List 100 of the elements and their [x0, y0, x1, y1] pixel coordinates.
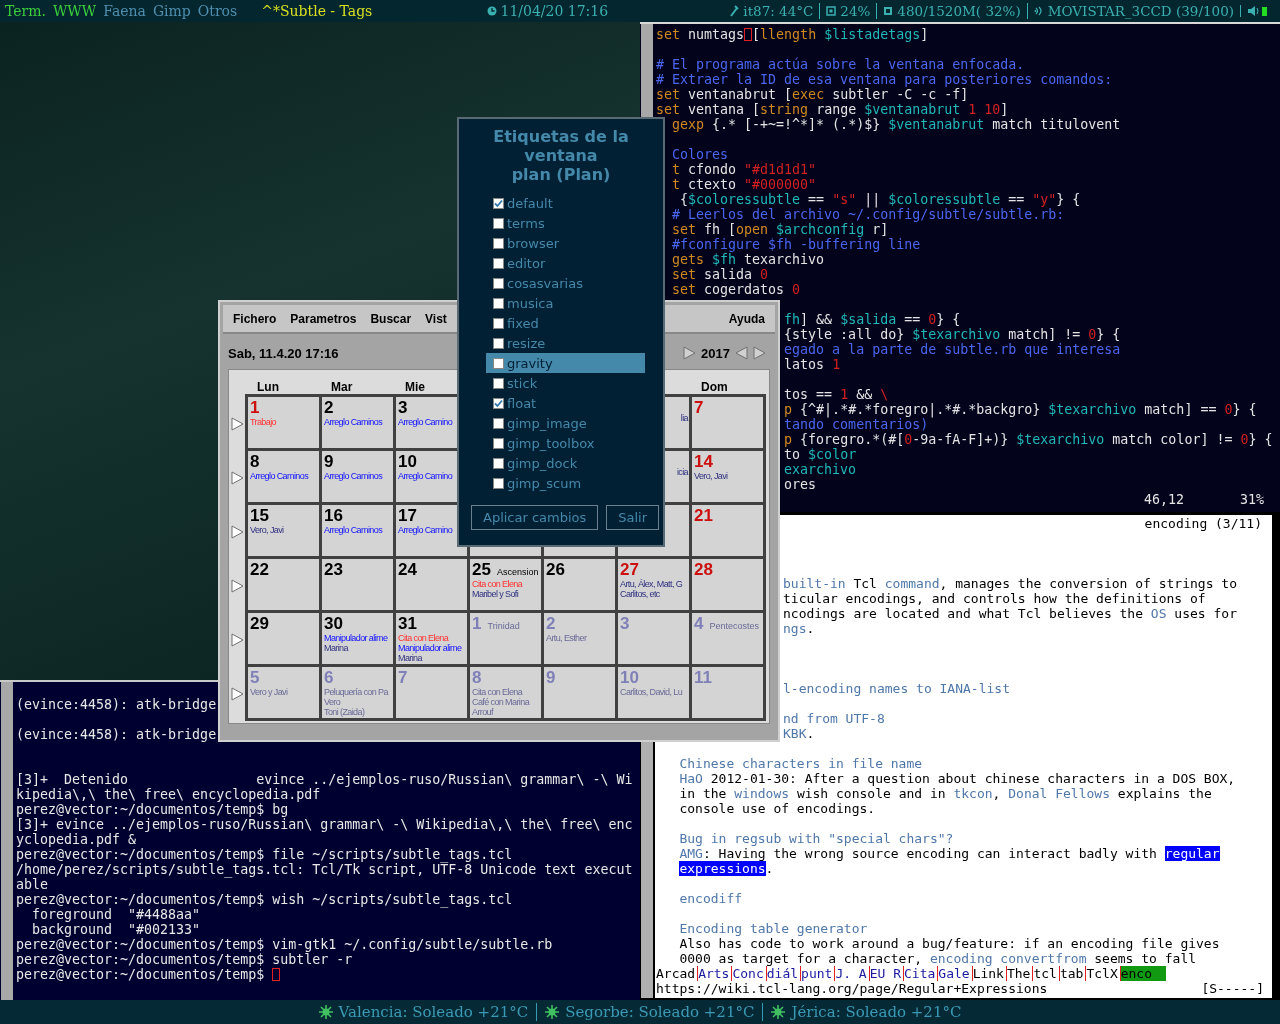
- menu-item[interactable]: Ayuda: [728, 311, 765, 326]
- tag-option[interactable]: gimp_scum: [486, 473, 645, 493]
- day-cell[interactable]: 3: [618, 613, 689, 664]
- week-arrow-icon[interactable]: [231, 417, 244, 431]
- tab[interactable]: Arts: [698, 966, 733, 981]
- link[interactable]: OS: [1150, 606, 1167, 621]
- day-cell[interactable]: 24: [396, 559, 467, 610]
- day-cell[interactable]: 29: [248, 613, 319, 664]
- day-cell[interactable]: 7: [692, 397, 763, 448]
- view-tab[interactable]: Otros: [197, 3, 238, 19]
- link[interactable]: ngs: [783, 621, 807, 636]
- link[interactable]: regular: [1164, 846, 1220, 861]
- link[interactable]: encodiff: [679, 891, 743, 906]
- checkbox[interactable]: [493, 317, 504, 329]
- day-cell[interactable]: 7: [396, 667, 467, 718]
- tag-option[interactable]: float: [486, 393, 645, 413]
- checkbox[interactable]: [493, 437, 504, 449]
- day-cell[interactable]: 1 Trabajo: [248, 397, 319, 448]
- link[interactable]: windows: [734, 786, 790, 801]
- tag-option[interactable]: default: [486, 193, 645, 213]
- link[interactable]: Bug in regsub with "special chars"?: [679, 831, 954, 846]
- day-cell[interactable]: 1 Trinidad: [470, 613, 541, 664]
- link[interactable]: Chinese characters in file name: [679, 756, 923, 771]
- link[interactable]: command: [884, 576, 940, 591]
- tag-option[interactable]: resize: [486, 333, 645, 353]
- link[interactable]: l-encoding names to IANA-list: [783, 681, 1010, 696]
- day-cell[interactable]: 2 Arreglo Caminos: [322, 397, 393, 448]
- tag-option[interactable]: gimp_toolbox: [486, 433, 645, 453]
- checkbox[interactable]: [493, 297, 504, 309]
- checkbox[interactable]: [493, 237, 504, 249]
- checkbox[interactable]: [493, 357, 504, 369]
- tab[interactable]: enco: [1120, 966, 1167, 981]
- day-cell[interactable]: 22: [248, 559, 319, 610]
- tag-option[interactable]: musica: [486, 293, 645, 313]
- view-tab[interactable]: Faena: [103, 3, 146, 19]
- link[interactable]: expressions: [679, 861, 766, 876]
- tag-option[interactable]: terms: [486, 213, 645, 233]
- link[interactable]: encoding convertfrom: [929, 951, 1087, 966]
- tag-option[interactable]: cosasvarias: [486, 273, 645, 293]
- link[interactable]: built-in: [783, 576, 846, 591]
- tag-option[interactable]: stick: [486, 373, 645, 393]
- link[interactable]: nd from UTF-8: [783, 711, 885, 726]
- day-cell[interactable]: 6 Peluquería con Pa Vero Toni (Zaida): [322, 667, 393, 718]
- checkbox[interactable]: [493, 377, 504, 389]
- day-cell[interactable]: 8 Cita con Elena Café con Marina Arrouf: [470, 667, 541, 718]
- checkbox[interactable]: [493, 197, 504, 209]
- tab[interactable]: Conc: [732, 966, 767, 981]
- day-cell[interactable]: 8 Arreglo Caminos: [248, 451, 319, 502]
- checkbox[interactable]: [493, 277, 504, 289]
- tab[interactable]: TclX: [1086, 966, 1121, 981]
- tag-option[interactable]: editor: [486, 253, 645, 273]
- tag-option[interactable]: browser: [486, 233, 645, 253]
- tag-option[interactable]: gimp_dock: [486, 453, 645, 473]
- tab[interactable]: The: [1006, 966, 1034, 981]
- checkbox[interactable]: [493, 217, 504, 229]
- day-cell[interactable]: 2 Artu, Esther: [544, 613, 615, 664]
- day-cell[interactable]: 23: [322, 559, 393, 610]
- tab[interactable]: Cita: [904, 966, 939, 981]
- tab[interactable]: Gale: [938, 966, 973, 981]
- day-cell[interactable]: 14 Vero, Javi: [692, 451, 763, 502]
- day-cell[interactable]: 30 Manipulador alime Marina: [322, 613, 393, 664]
- next-month-icon[interactable]: [683, 346, 697, 360]
- day-cell[interactable]: 16 Arreglo Caminos: [322, 505, 393, 556]
- day-cell[interactable]: 31 Cita con Elena Manipulador alime Marina: [396, 613, 467, 664]
- view-tab[interactable]: Term.: [5, 3, 46, 19]
- previous-year-icon[interactable]: [735, 346, 748, 360]
- checkbox[interactable]: [493, 457, 504, 469]
- tab[interactable]: tab: [1059, 966, 1087, 981]
- tag-option[interactable]: gimp_image: [486, 413, 645, 433]
- day-cell[interactable]: 5 Vero y Javi: [248, 667, 319, 718]
- tab[interactable]: EU R: [869, 966, 904, 981]
- checkbox[interactable]: [493, 477, 504, 489]
- menu-item[interactable]: Vist: [425, 311, 447, 326]
- view-tab[interactable]: WWW: [52, 3, 97, 19]
- checkbox[interactable]: [493, 397, 504, 409]
- week-arrow-icon[interactable]: [231, 525, 244, 539]
- checkbox[interactable]: [493, 417, 504, 429]
- link[interactable]: Encoding table generator: [679, 921, 868, 936]
- menu-item[interactable]: Fichero: [233, 311, 277, 326]
- day-cell[interactable]: 21: [692, 505, 763, 556]
- day-cell[interactable]: 11: [692, 667, 763, 718]
- day-cell[interactable]: 28: [692, 559, 763, 610]
- day-cell[interactable]: 9 Arreglo Caminos: [322, 451, 393, 502]
- checkbox[interactable]: [493, 337, 504, 349]
- tab[interactable]: tcl: [1033, 966, 1060, 981]
- link[interactable]: Donal Fellows: [1008, 786, 1110, 801]
- link[interactable]: KBK: [783, 726, 807, 741]
- menu-item[interactable]: Buscar: [370, 311, 412, 326]
- day-cell[interactable]: 4 Pentecostes: [692, 613, 763, 664]
- week-arrow-icon[interactable]: [231, 687, 244, 701]
- tab[interactable]: diál: [766, 966, 802, 981]
- next-year-icon[interactable]: [753, 346, 766, 360]
- tag-option[interactable]: fixed: [486, 313, 645, 333]
- week-arrow-icon[interactable]: [231, 471, 244, 485]
- checkbox[interactable]: [493, 257, 504, 269]
- day-cell[interactable]: 9: [544, 667, 615, 718]
- day-cell[interactable]: 26: [544, 559, 615, 610]
- week-arrow-icon[interactable]: [231, 633, 244, 647]
- link[interactable]: AMG: [679, 846, 703, 861]
- day-cell[interactable]: 25 Ascension Cita con Elena Maribel y Sofi: [470, 559, 541, 610]
